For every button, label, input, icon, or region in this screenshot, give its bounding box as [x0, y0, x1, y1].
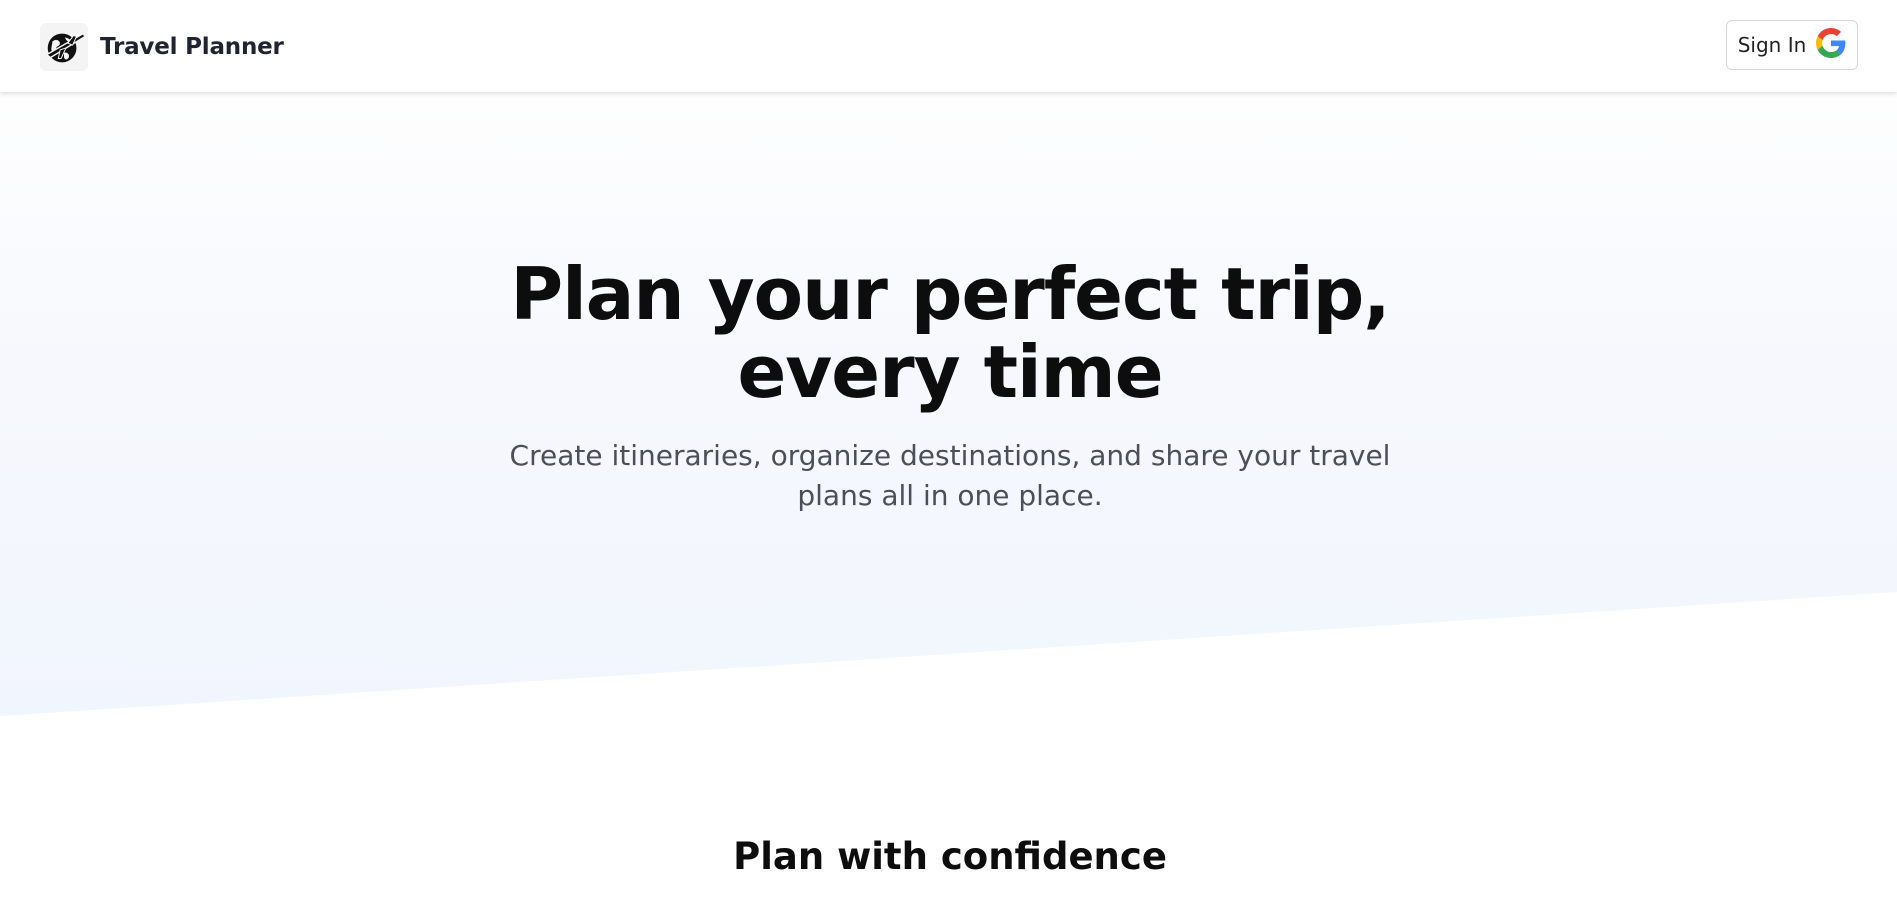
- hero-title-line1: Plan your perfect trip,: [510, 252, 1390, 336]
- hero-title: Plan your perfect trip, every time: [0, 255, 1897, 411]
- hero-title-line2: every time: [737, 330, 1163, 414]
- brand[interactable]: Travel Planner: [40, 23, 284, 71]
- globe-airplane-icon: [40, 23, 88, 71]
- sign-in-label: Sign In: [1737, 33, 1807, 57]
- brand-name: Travel Planner: [100, 34, 284, 60]
- google-icon: [1816, 28, 1846, 62]
- hero-subtitle: Create itineraries, organize destination…: [509, 439, 1391, 512]
- top-navbar: Travel Planner Sign In: [0, 0, 1897, 92]
- features-title: Plan with confidence: [733, 835, 1167, 878]
- sign-in-button[interactable]: Sign In: [1726, 20, 1858, 70]
